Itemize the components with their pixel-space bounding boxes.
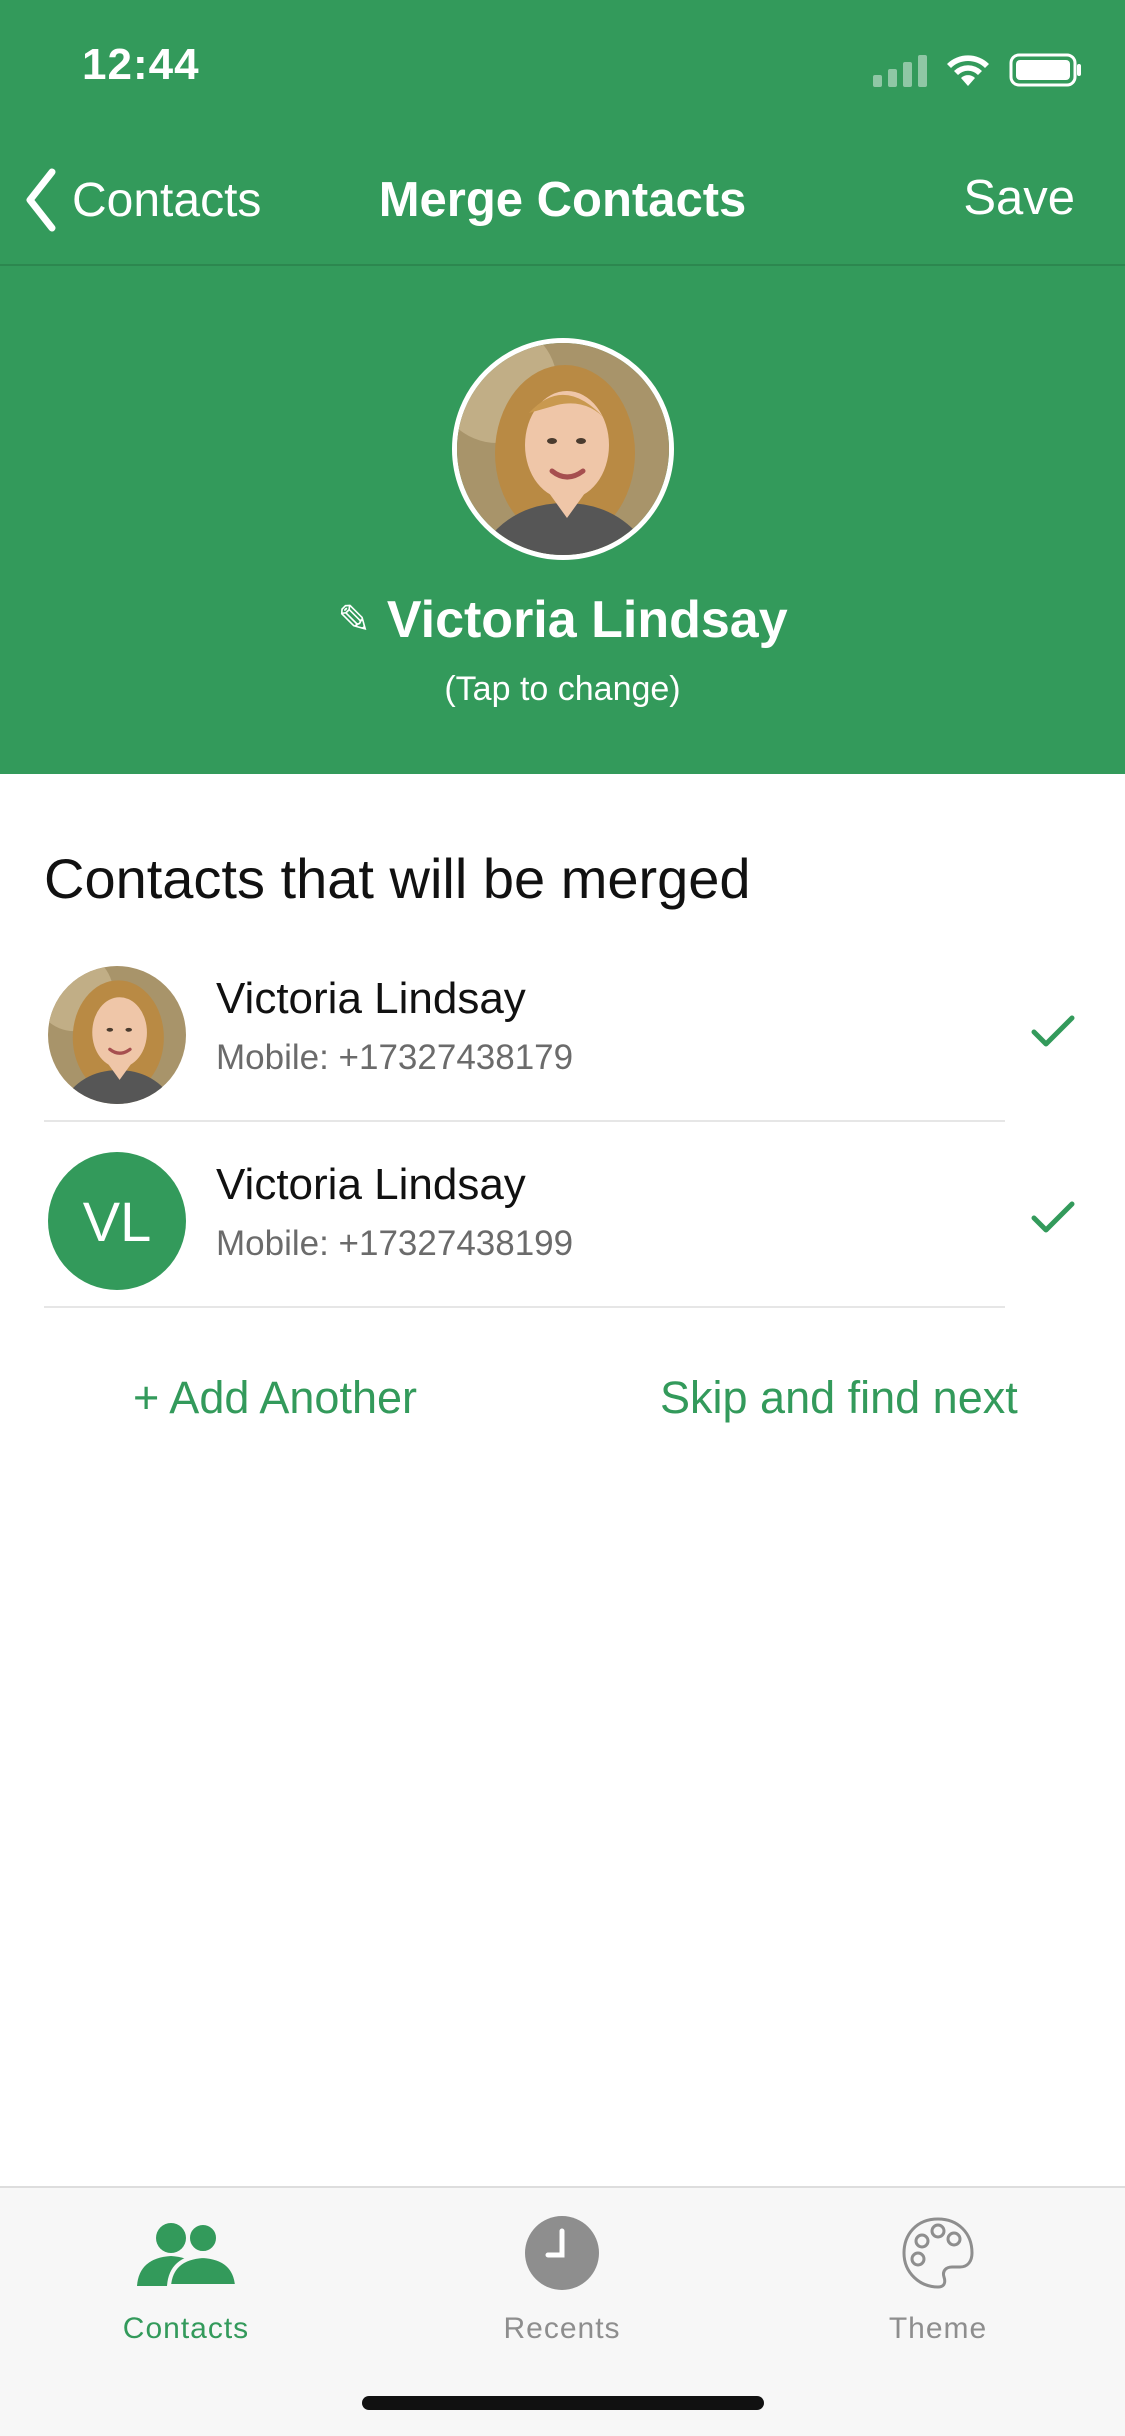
status-icons	[873, 50, 1083, 90]
merged-contact-avatar[interactable]	[452, 338, 674, 560]
home-indicator[interactable]	[362, 2396, 764, 2410]
checkmark-icon[interactable]	[1030, 1200, 1076, 1236]
signal-icon	[873, 53, 927, 87]
checkmark-icon[interactable]	[1030, 1014, 1076, 1050]
pencil-icon: ✎	[337, 598, 371, 642]
contact-name: Victoria Lindsay	[216, 974, 526, 1023]
tap-to-change-hint: (Tap to change)	[444, 670, 681, 708]
tab-recents[interactable]: Recents	[462, 2208, 662, 2346]
battery-icon	[1009, 53, 1081, 87]
section-title: Contacts that will be merged	[44, 847, 751, 910]
skip-and-find-next-button[interactable]: Skip and find next	[660, 1372, 1018, 1424]
merged-name-text: Victoria Lindsay	[386, 591, 788, 649]
contact-phone: Mobile: +17327438199	[216, 1224, 574, 1263]
tab-label: Theme	[888, 2312, 988, 2345]
palette-icon	[902, 2217, 974, 2289]
tab-theme[interactable]: Theme	[838, 2208, 1038, 2346]
merged-contact-name[interactable]: ✎ Victoria Lindsay	[0, 590, 1125, 650]
avatar-initials: VL	[48, 1152, 186, 1290]
avatar	[48, 966, 186, 1104]
wifi-icon	[947, 55, 989, 86]
divider	[44, 1306, 1005, 1308]
clock-icon	[525, 2216, 599, 2290]
tab-contacts[interactable]: Contacts	[86, 2208, 286, 2346]
add-another-button[interactable]: + Add Another	[133, 1372, 417, 1424]
save-button[interactable]: Save	[963, 170, 1075, 226]
contact-name: Victoria Lindsay	[216, 1160, 526, 1209]
contact-row[interactable]: Victoria Lindsay Mobile: +17327438179	[0, 936, 1125, 1122]
navigation-bar: Contacts Merge Contacts Save	[0, 150, 1125, 266]
contacts-icon	[137, 2221, 239, 2288]
contact-phone: Mobile: +17327438179	[216, 1038, 574, 1077]
status-time: 12:44	[82, 40, 200, 89]
tab-label: Contacts	[122, 2312, 250, 2345]
tab-label: Recents	[503, 2312, 621, 2345]
page-title: Merge Contacts	[378, 173, 747, 227]
contact-row[interactable]: VL Victoria Lindsay Mobile: +17327438199	[0, 1122, 1125, 1308]
